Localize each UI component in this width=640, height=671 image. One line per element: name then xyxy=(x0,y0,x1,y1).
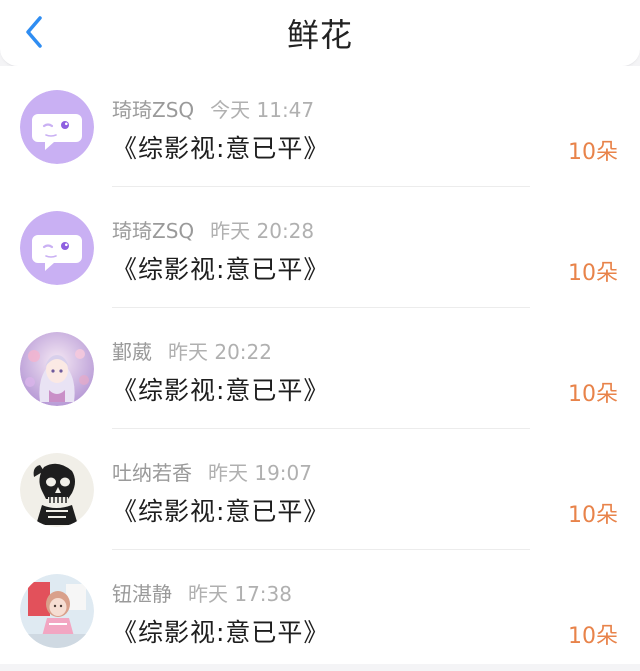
chat-bubble-avatar-icon xyxy=(20,90,94,164)
book-title[interactable]: 《综影视:意已平》 xyxy=(112,129,329,165)
flower-count: 10朵 xyxy=(568,382,618,407)
doll-avatar-icon xyxy=(20,574,94,648)
book-title[interactable]: 《综影视:意已平》 xyxy=(112,492,329,528)
anime-girl-avatar-icon xyxy=(20,332,94,406)
avatar[interactable] xyxy=(20,574,94,648)
timestamp: 昨天 19:07 xyxy=(208,461,312,485)
flower-count: 10朵 xyxy=(568,503,618,528)
flower-list: 琦琦ZSQ 今天 11:47 《综影视:意已平》 10朵 琦琦ZSQ 昨天 20:2… xyxy=(0,66,640,664)
header-bar: 鲜花 xyxy=(0,0,640,67)
book-title[interactable]: 《综影视:意已平》 xyxy=(112,250,329,286)
timestamp: 昨天 17:38 xyxy=(188,582,292,606)
user-name[interactable]: 吐纳若香 xyxy=(112,461,192,485)
item-meta: 钮湛静 昨天 17:38 xyxy=(112,578,292,607)
list-item[interactable]: 吐纳若香 昨天 19:07 《综影视:意已平》 10朵 xyxy=(0,429,640,550)
timestamp: 昨天 20:28 xyxy=(210,219,315,243)
chat-bubble-avatar-icon xyxy=(20,211,94,285)
item-meta: 吐纳若香 昨天 19:07 xyxy=(112,457,312,486)
item-meta: 鄞葳 昨天 20:22 xyxy=(112,336,272,365)
flower-count: 10朵 xyxy=(568,624,618,649)
book-title[interactable]: 《综影视:意已平》 xyxy=(112,613,329,649)
avatar[interactable] xyxy=(20,90,94,164)
flower-count: 10朵 xyxy=(568,261,618,286)
avatar[interactable] xyxy=(20,332,94,406)
avatar[interactable] xyxy=(20,453,94,527)
flower-count: 10朵 xyxy=(568,140,618,165)
item-meta: 琦琦ZSQ 昨天 20:28 xyxy=(112,215,314,244)
page-title: 鲜花 xyxy=(286,16,353,54)
list-item[interactable]: 琦琦ZSQ 今天 11:47 《综影视:意已平》 10朵 xyxy=(0,66,640,187)
user-name[interactable]: 琦琦ZSQ xyxy=(112,98,194,122)
user-name[interactable]: 琦琦ZSQ xyxy=(112,219,194,243)
timestamp: 今天 11:47 xyxy=(210,98,315,122)
timestamp: 昨天 20:22 xyxy=(168,340,272,364)
list-item[interactable]: 钮湛静 昨天 17:38 《综影视:意已平》 10朵 xyxy=(0,550,640,671)
user-name[interactable]: 钮湛静 xyxy=(112,582,172,606)
list-item[interactable]: 琦琦ZSQ 昨天 20:28 《综影视:意已平》 10朵 xyxy=(0,187,640,308)
list-item[interactable]: 鄞葳 昨天 20:22 《综影视:意已平》 10朵 xyxy=(0,308,640,429)
item-meta: 琦琦ZSQ 今天 11:47 xyxy=(112,94,314,123)
avatar[interactable] xyxy=(20,211,94,285)
user-name[interactable]: 鄞葳 xyxy=(112,340,152,364)
skull-avatar-icon xyxy=(20,453,94,527)
book-title[interactable]: 《综影视:意已平》 xyxy=(112,371,329,407)
